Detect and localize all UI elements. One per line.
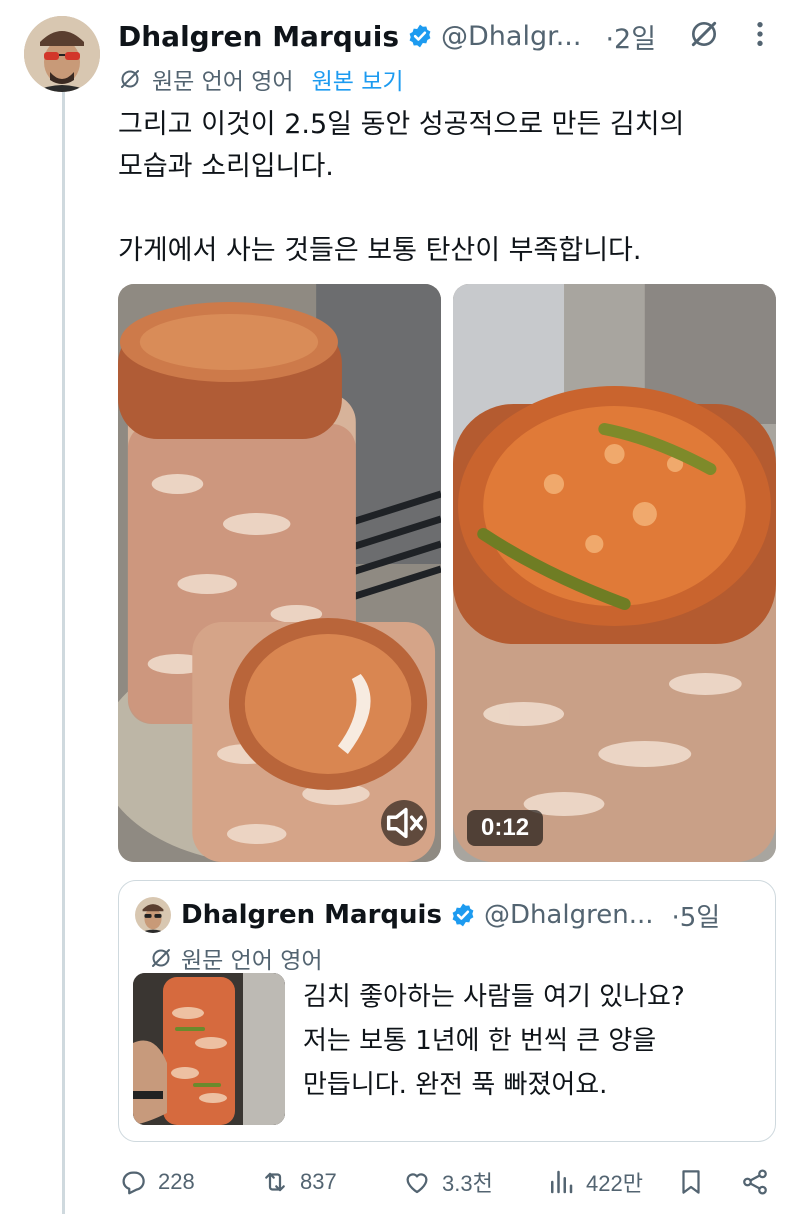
author-handle[interactable]: @Dhalgr... [441, 21, 581, 52]
bookmark-icon[interactable] [676, 1167, 706, 1197]
quoted-avatar [135, 897, 171, 933]
tweet-media: 0:12 [118, 284, 776, 862]
more-options-icon[interactable] [748, 18, 772, 50]
views-button[interactable]: 422만 [546, 1160, 643, 1204]
repost-count: 837 [300, 1169, 337, 1194]
reply-count: 228 [158, 1169, 195, 1194]
author-name[interactable]: Dhalgren Marquis [118, 20, 399, 53]
views-count: 422만 [586, 1171, 643, 1196]
reply-icon [122, 1171, 145, 1195]
quoted-tweet-text: 김치 좋아하는 사람들 여기 있나요? 저는 보통 1년에 한 번씩 큰 양을 … [303, 975, 763, 1107]
reply-button[interactable]: 228 [118, 1160, 195, 1204]
tweet-text-line: 가게에서 사는 것들은 보통 탄산이 부족합니다. [118, 235, 642, 266]
quoted-media-thumbnail[interactable] [133, 973, 285, 1125]
views-icon [551, 1170, 573, 1194]
quoted-tweet[interactable]: Dhalgren Marquis @Dhalgren... ·5일 원문 언어 … [118, 880, 776, 1142]
tweet-text: 그리고 이것이 2.5일 동안 성공적으로 만든 김치의 모습과 소리입니다. … [118, 104, 778, 272]
kimchi-jar-hand-image [133, 973, 285, 1125]
grok-icon[interactable] [688, 18, 720, 50]
kimchi-jar-closeup-image [453, 284, 776, 862]
like-button[interactable]: 3.3천 [402, 1160, 493, 1204]
quoted-tweet-header: Dhalgren Marquis @Dhalgren... ·5일 [135, 895, 765, 935]
translation-row: 원문 언어 영어 원본 보기 [118, 60, 404, 98]
thread-line [62, 92, 65, 1214]
speaker-muted-icon [386, 807, 423, 839]
quoted-text-line: 만듭니다. 완전 푹 빠졌어요. [303, 1070, 608, 1100]
share-icon[interactable] [740, 1167, 770, 1197]
quoted-text-line: 저는 보통 1년에 한 번씩 큰 양을 [303, 1026, 657, 1056]
tweet-header: Dhalgren Marquis @Dhalgr... ·2일 [118, 14, 784, 58]
avatar[interactable] [24, 16, 100, 92]
media-video-left[interactable] [118, 284, 441, 862]
verified-badge-icon [409, 24, 431, 48]
show-original-link[interactable]: 원본 보기 [312, 62, 404, 96]
kimchi-jars-image [118, 284, 441, 862]
avatar-image [24, 16, 100, 92]
quoted-avatar-image [135, 897, 171, 933]
translate-icon [152, 949, 170, 967]
quoted-timestamp: ·5일 [671, 902, 721, 933]
translation-note: 원문 언어 영어 [152, 69, 294, 95]
repost-button[interactable]: 837 [260, 1160, 337, 1204]
tweet-text-line: 그리고 이것이 2.5일 동안 성공적으로 만든 김치의 [118, 109, 685, 140]
heart-icon [406, 1173, 428, 1194]
quoted-author-handle: @Dhalgren... [483, 900, 654, 930]
translate-icon [121, 70, 139, 88]
like-count: 3.3천 [442, 1171, 493, 1196]
quoted-author-name: Dhalgren Marquis [181, 900, 442, 930]
tweet-text-line: 모습과 소리입니다. [118, 151, 334, 182]
mute-button[interactable] [381, 800, 427, 846]
quoted-text-line: 김치 좋아하는 사람들 여기 있나요? [303, 982, 685, 1012]
quoted-translation-row: 원문 언어 영어 [149, 941, 323, 975]
media-video-right[interactable]: 0:12 [453, 284, 776, 862]
verified-badge-icon [452, 903, 474, 927]
repost-icon [265, 1172, 285, 1192]
timestamp[interactable]: ·2일 [605, 17, 656, 56]
video-duration-badge: 0:12 [467, 810, 544, 846]
tweet-actions: 228 837 3.3천 422만 [118, 1160, 778, 1204]
quoted-translation-note: 원문 언어 영어 [181, 948, 323, 974]
